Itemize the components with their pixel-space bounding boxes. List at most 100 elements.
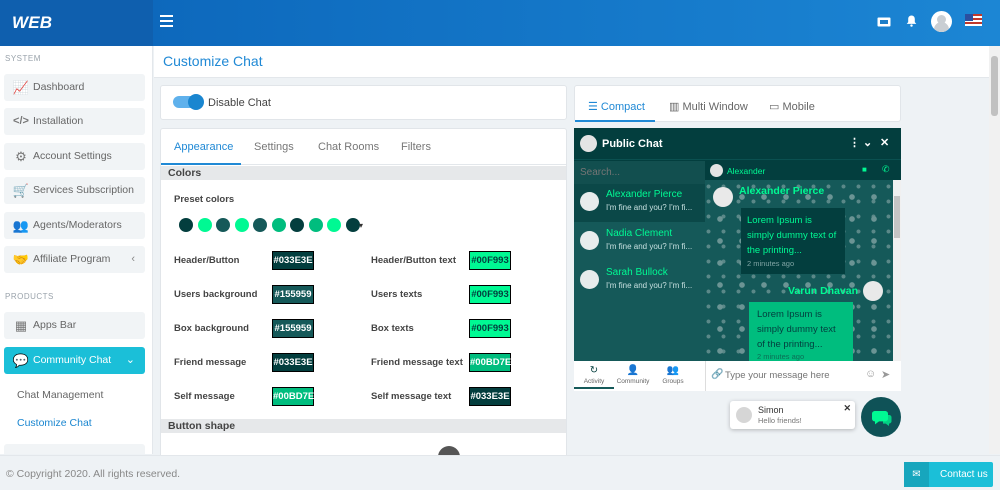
preset-color-dot[interactable] (197, 218, 212, 232)
button-shape-section-header: Button shape (161, 419, 566, 433)
active-tab-indicator (161, 163, 241, 165)
preset-color-dot[interactable] (308, 218, 323, 232)
preset-colors-label: Preset colors (174, 194, 235, 205)
sidebar-item-partial[interactable] (4, 444, 145, 454)
conversation-avatar (710, 164, 723, 177)
sidebar-item-installation[interactable]: </> Installation (4, 108, 145, 135)
user-avatar[interactable] (931, 11, 952, 32)
preset-color-dot[interactable] (253, 218, 267, 232)
tab-appearance[interactable]: Appearance (174, 141, 233, 153)
sidebar-item-community-chat[interactable]: 💬 Community Chat ⌄ (4, 347, 145, 374)
self-avatar (863, 281, 883, 301)
contact-last-message: I'm fine and you? I'm fi... (606, 281, 693, 290)
menu-toggle-icon[interactable] (160, 15, 173, 27)
contact-item[interactable]: Alexander Pierce I'm fine and you? I'm f… (574, 184, 705, 222)
preset-dropdown-caret-icon[interactable]: ▾ (359, 221, 363, 230)
chat-footer: ↻Activity 👤Community 👥Groups 🔗 ☺ ➤ (574, 361, 901, 391)
friend-message-bubble: Lorem Ipsum is simply dummy text of the … (741, 208, 845, 274)
message-input[interactable] (725, 367, 875, 385)
preset-color-dot[interactable] (345, 218, 360, 232)
attachment-icon[interactable]: 🔗 (711, 369, 723, 380)
color-swatch-self-message-text[interactable]: #033E3E (469, 387, 511, 406)
preset-color-dot[interactable] (271, 218, 286, 232)
sidebar-item-services-subscription[interactable]: 🛒 Services Subscription (4, 177, 145, 204)
tab-activity[interactable]: ↻ Activity (574, 364, 614, 389)
sidebar-subitem-customize-chat[interactable]: Customize Chat (17, 417, 92, 429)
color-swatch-box-background[interactable]: #155959 (272, 319, 314, 338)
brand-logo[interactable]: WEB INCREMENT (0, 0, 153, 78)
ticket-icon[interactable] (873, 12, 895, 34)
tab-mobile[interactable]: ▭ Mobile (769, 100, 815, 113)
emoji-icon[interactable]: ☺ (865, 368, 876, 380)
color-swatch-friend-message-text[interactable]: #00BD7E (469, 353, 511, 372)
sidebar-item-dashboard[interactable]: 📈 Dashboard (4, 74, 145, 101)
top-bar: WEB INCREMENT (0, 0, 1000, 78)
chevron-down-icon: ⌄ (125, 354, 135, 366)
gears-icon: ⚙ (15, 149, 27, 164)
settings-tabs: Appearance Settings Chat Rooms Filters (161, 129, 566, 165)
preset-color-dot[interactable] (216, 218, 230, 232)
video-call-icon[interactable]: ■ (862, 165, 867, 174)
tab-chat-rooms[interactable]: Chat Rooms (318, 141, 379, 153)
sidebar-item-agents[interactable]: 👥 Agents/Moderators (4, 212, 145, 239)
close-icon[interactable]: ✕ (880, 136, 889, 149)
close-icon[interactable]: ✕ (843, 403, 851, 414)
code-icon: </> (13, 115, 29, 127)
color-swatch-users-texts[interactable]: #00F993 (469, 285, 511, 304)
chevron-left-icon: ‹ (131, 253, 135, 265)
color-swatch-box-texts[interactable]: #00F993 (469, 319, 511, 338)
preset-color-dot[interactable] (234, 218, 249, 232)
conversation-name: Alexander (727, 166, 766, 176)
friend-message-time: 2 minutes ago (747, 259, 795, 268)
contact-us-button[interactable]: ✉ Contact us (904, 462, 993, 487)
chat-launcher-button[interactable] (861, 397, 901, 437)
tab-settings[interactable]: Settings (254, 141, 294, 153)
chat-search-input[interactable] (574, 161, 705, 184)
conversation-scrollbar[interactable] (893, 180, 901, 361)
sidebar-subitem-chat-management[interactable]: Chat Management (17, 389, 103, 401)
color-swatch-header-button[interactable]: #033E3E (272, 251, 314, 270)
users-icon: 👥 (666, 365, 680, 376)
friend-name: Alexander Pierce (739, 185, 825, 197)
conversation-header: Alexander ■ ✆ (705, 161, 901, 180)
contact-item[interactable]: Sarah Bullock I'm fine and you? I'm fi..… (574, 262, 705, 300)
sidebar-heading-system: SYSTEM (5, 54, 41, 63)
color-field-label: Header/Button (174, 255, 240, 266)
sidebar-item-label: Installation (33, 115, 84, 127)
tab-filters[interactable]: Filters (401, 141, 431, 153)
more-vertical-icon[interactable]: ⋮ (849, 136, 860, 149)
color-swatch-header-button-text[interactable]: #00F993 (469, 251, 511, 270)
color-swatch-self-message[interactable]: #00BD7E (272, 387, 314, 406)
comments-icon: 💬 (12, 353, 30, 368)
page-title: Customize Chat (163, 53, 263, 69)
self-message-bubble: Lorem Ipsum is simply dummy text of the … (749, 302, 853, 361)
preset-colors-picker[interactable] (179, 218, 379, 234)
color-swatch-friend-message[interactable]: #033E3E (272, 353, 314, 372)
tab-groups[interactable]: 👥 Groups (653, 364, 693, 385)
chat-notification[interactable]: Simon Hello friends! ✕ (730, 401, 855, 429)
user-icon: 👤 (626, 365, 640, 376)
contact-item[interactable]: Nadia Clement I'm fine and you? I'm fi..… (574, 223, 705, 261)
page-scrollbar[interactable] (989, 46, 1000, 454)
preset-color-dot[interactable] (179, 218, 193, 232)
tab-community[interactable]: 👤 Community (613, 364, 653, 385)
tab-compact[interactable]: ☰ Compact (588, 100, 645, 113)
disable-chat-label: Disable Chat (208, 97, 271, 109)
preset-color-dot[interactable] (327, 218, 341, 232)
chevron-down-icon[interactable]: ⌄ (863, 136, 872, 149)
sidebar-item-affiliate-program[interactable]: 🤝 Affiliate Program ‹ (4, 246, 145, 273)
monitor-icon: ▭ (769, 101, 783, 113)
conversation-panel: Alexander ■ ✆ Alexander Pierce Lorem Ips… (705, 161, 901, 361)
us-flag-icon[interactable] (965, 14, 982, 26)
sidebar-item-apps-bar[interactable]: ▦ Apps Bar (4, 312, 145, 339)
sidebar-item-account-settings[interactable]: ⚙ Account Settings (4, 143, 145, 170)
preset-color-dot[interactable] (290, 218, 304, 232)
bell-icon[interactable] (900, 12, 922, 34)
copyright-text: © Copyright 2020. All rights reserved. (6, 468, 181, 480)
tab-multi-window[interactable]: ▥ Multi Window (669, 100, 748, 113)
color-swatch-users-background[interactable]: #155959 (272, 285, 314, 304)
send-icon[interactable]: ➤ (881, 368, 890, 381)
disable-chat-toggle[interactable] (173, 94, 204, 110)
color-field-label: Friend message (174, 357, 247, 368)
phone-icon[interactable]: ✆ (882, 164, 890, 175)
